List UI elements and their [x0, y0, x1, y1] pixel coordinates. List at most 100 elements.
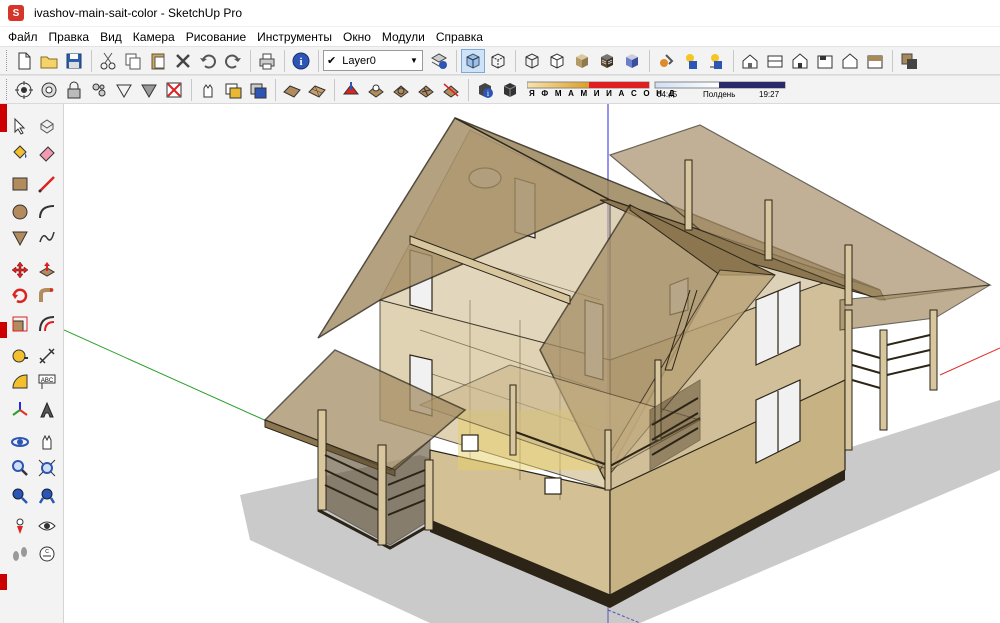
scale-icon[interactable] — [8, 312, 32, 336]
top-view-icon[interactable] — [763, 49, 787, 73]
back-edges-icon[interactable] — [486, 49, 510, 73]
upload-icon[interactable] — [704, 49, 728, 73]
menu-window[interactable]: Окно — [343, 30, 371, 44]
hidden-line-icon[interactable] — [545, 49, 569, 73]
menu-extensions[interactable]: Модули — [382, 30, 425, 44]
position-camera-tool-icon[interactable] — [8, 514, 32, 538]
toolbar-grip[interactable] — [6, 50, 9, 71]
monochrome-icon[interactable] — [620, 49, 644, 73]
polygon-icon[interactable] — [8, 226, 32, 250]
shaded-icon[interactable] — [570, 49, 594, 73]
section-plane-tool-icon[interactable]: C — [35, 542, 59, 566]
explode-icon[interactable] — [87, 78, 111, 102]
sandbox-from-contours-icon[interactable] — [280, 78, 304, 102]
delete-guides-icon[interactable] — [162, 78, 186, 102]
axes-icon[interactable] — [8, 398, 32, 422]
svg-text:C: C — [45, 549, 49, 555]
shadows-toggle-icon[interactable] — [897, 49, 921, 73]
paint-bucket-icon[interactable] — [8, 140, 32, 164]
hand-icon[interactable] — [196, 78, 220, 102]
menu-draw[interactable]: Рисование — [186, 30, 246, 44]
look-around-tool-icon[interactable] — [35, 514, 59, 538]
zoom-icon[interactable] — [8, 456, 32, 480]
protractor-icon[interactable] — [8, 370, 32, 394]
position-camera-icon[interactable] — [12, 78, 36, 102]
lock-icon[interactable] — [62, 78, 86, 102]
zoom-window-icon[interactable] — [35, 456, 59, 480]
look-around-icon[interactable] — [37, 78, 61, 102]
arc-icon[interactable] — [35, 200, 59, 224]
model-viewport[interactable] — [64, 104, 1000, 623]
menu-tools[interactable]: Инструменты — [257, 30, 332, 44]
move-icon[interactable] — [8, 258, 32, 282]
follow-me-icon[interactable] — [35, 284, 59, 308]
smoove-icon[interactable] — [339, 78, 363, 102]
layer-manager-icon[interactable] — [427, 49, 451, 73]
push-pull-icon[interactable] — [35, 258, 59, 282]
red-axis — [939, 347, 1000, 376]
secondary-toolbar: i Я Ф М А М И И А С О Н Д 04:45 Полдень … — [0, 75, 1000, 104]
orbit-icon[interactable] — [8, 430, 32, 454]
chevron-down-icon: ▼ — [410, 56, 418, 65]
wireframe-icon[interactable] — [520, 49, 544, 73]
previous-view-icon[interactable] — [35, 484, 59, 508]
open-icon[interactable] — [37, 49, 61, 73]
components-icon[interactable] — [679, 49, 703, 73]
house-model[interactable] — [64, 104, 1000, 623]
tape-measure-icon[interactable] — [8, 344, 32, 368]
add-detail-icon[interactable] — [414, 78, 438, 102]
paste-icon[interactable] — [146, 49, 170, 73]
back-view-icon[interactable] — [838, 49, 862, 73]
walk-icon[interactable] — [8, 542, 32, 566]
line-icon[interactable] — [35, 172, 59, 196]
display-shadows-icon[interactable] — [498, 78, 522, 102]
sandbox-from-scratch-icon[interactable] — [305, 78, 329, 102]
drape-icon[interactable] — [389, 78, 413, 102]
flip-edge-icon[interactable] — [439, 78, 463, 102]
pan-icon[interactable] — [35, 430, 59, 454]
new-icon[interactable] — [12, 49, 36, 73]
large-tool-set: ABC C — [0, 104, 64, 623]
section-plane-icon[interactable] — [221, 78, 245, 102]
right-view-icon[interactable] — [813, 49, 837, 73]
dimension-icon[interactable] — [35, 344, 59, 368]
shaded-textures-icon[interactable] — [595, 49, 619, 73]
cut-icon[interactable] — [96, 49, 120, 73]
layer-select[interactable]: ✔ Layer0 ▼ — [323, 50, 423, 71]
menu-view[interactable]: Вид — [100, 30, 122, 44]
freehand-icon[interactable] — [35, 226, 59, 250]
offset-icon[interactable] — [35, 312, 59, 336]
rectangle-icon[interactable] — [8, 172, 32, 196]
toolbar-grip[interactable] — [6, 79, 9, 100]
copy-icon[interactable] — [121, 49, 145, 73]
shadow-settings-icon[interactable]: i — [473, 78, 497, 102]
sandbox-icon[interactable] — [654, 49, 678, 73]
text-icon[interactable]: ABC — [35, 370, 59, 394]
print-icon[interactable] — [255, 49, 279, 73]
3d-text-icon[interactable] — [35, 398, 59, 422]
shadow-time-start: 04:45 — [657, 89, 678, 99]
stamp-icon[interactable] — [364, 78, 388, 102]
menu-edit[interactable]: Правка — [49, 30, 90, 44]
front-view-icon[interactable] — [788, 49, 812, 73]
menu-file[interactable]: Файл — [8, 30, 38, 44]
redo-icon[interactable] — [221, 49, 245, 73]
make-group-icon[interactable] — [112, 78, 136, 102]
menu-camera[interactable]: Камера — [133, 30, 175, 44]
section-fill-icon[interactable] — [246, 78, 270, 102]
circle-icon[interactable] — [8, 200, 32, 224]
save-icon[interactable] — [62, 49, 86, 73]
erase-icon[interactable] — [171, 49, 195, 73]
xray-icon[interactable] — [461, 48, 485, 73]
iso-view-icon[interactable] — [738, 49, 762, 73]
left-view-icon[interactable] — [863, 49, 887, 73]
undo-icon[interactable] — [196, 49, 220, 73]
select-icon[interactable] — [8, 114, 32, 138]
make-component-icon[interactable] — [35, 114, 59, 138]
menu-help[interactable]: Справка — [436, 30, 483, 44]
eraser-icon[interactable] — [35, 140, 59, 164]
hide-icon[interactable] — [137, 78, 161, 102]
rotate-icon[interactable] — [8, 284, 32, 308]
zoom-extents-icon[interactable] — [8, 484, 32, 508]
model-info-icon[interactable]: i — [289, 49, 313, 73]
